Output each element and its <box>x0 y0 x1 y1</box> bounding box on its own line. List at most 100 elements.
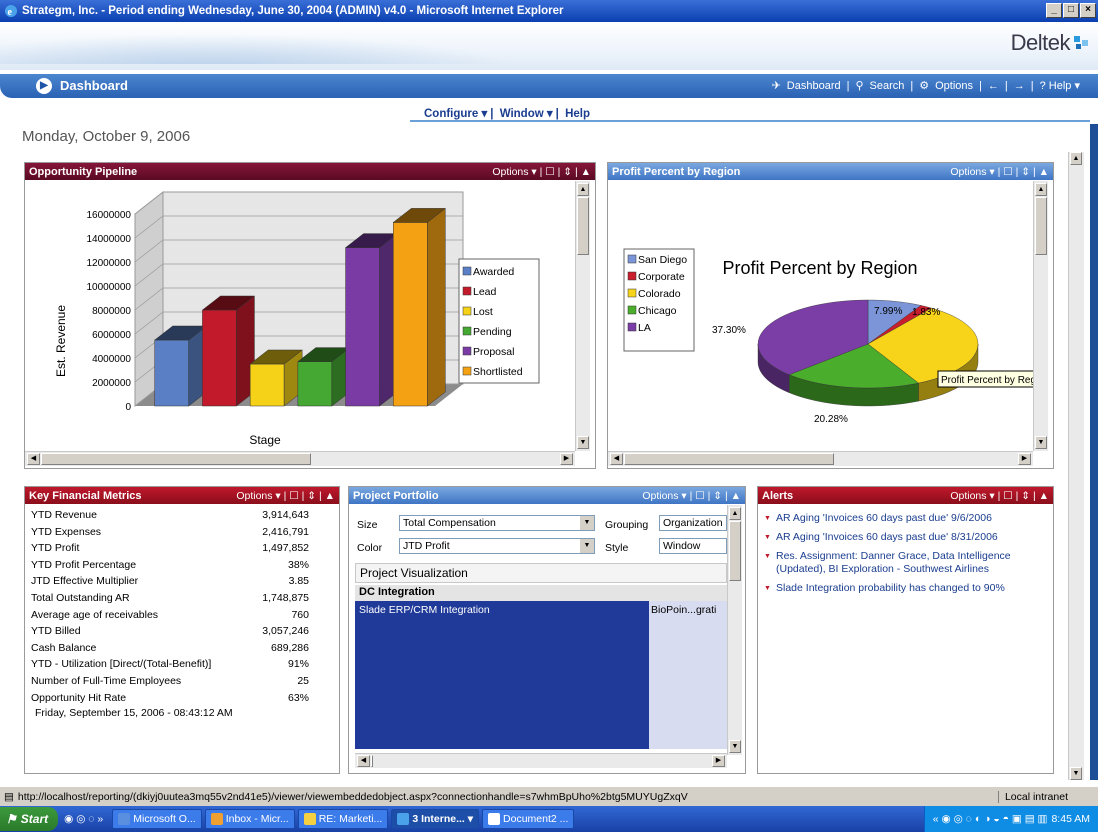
vertical-scrollbar[interactable]: ▲ ▼ <box>575 181 590 451</box>
window-menu[interactable]: Window ▾ <box>500 108 553 120</box>
project-portfolio-panel: Project Portfolio Options ▾ | ☐ | ⇕ | ▲ … <box>348 486 746 774</box>
panel-options-menu[interactable]: Options ▾ | ☐ | ⇕ | ▲ <box>950 490 1049 502</box>
alert-item[interactable]: Res. Assignment: Danner Grace, Data Inte… <box>758 550 1053 576</box>
close-button[interactable]: × <box>1080 3 1096 18</box>
metric-value: 3,914,643 <box>262 509 309 521</box>
style-select[interactable]: Window <box>659 538 727 554</box>
y-tick-label: 4000000 <box>92 354 131 365</box>
panel-title: Opportunity Pipeline <box>29 165 138 178</box>
nav-dashboard-link[interactable]: Dashboard <box>787 80 841 92</box>
color-select[interactable]: JTD Profit ▼ <box>399 538 595 554</box>
y-tick-label: 0 <box>125 402 131 413</box>
nav-arrow-icon[interactable]: ▶ <box>36 78 52 94</box>
pie-chart-title: Profit Percent by Region <box>722 258 917 278</box>
horizontal-scrollbar[interactable]: ◀ ▶ <box>355 753 727 768</box>
panel-header: Alerts Options ▾ | ☐ | ⇕ | ▲ <box>758 487 1053 504</box>
bar-lost <box>249 349 303 407</box>
task-button[interactable]: Microsoft O... <box>112 809 202 829</box>
metric-row: YTD Expenses 2,416,791 <box>25 524 339 541</box>
legend-label: Corporate <box>638 271 685 283</box>
page-icon: ▤ <box>4 790 14 803</box>
status-bar: ▤ http://localhost/reporting/(dkiyj0uute… <box>0 786 1098 806</box>
tray-icons[interactable]: « ◉ ◎ ◌ ◐ ◑ ◒ ◓ ▣ ▤ ▥ <box>933 813 1048 825</box>
bar-proposal <box>344 233 399 407</box>
deltek-logo: Deltek <box>1010 30 1071 55</box>
metric-value: 25 <box>297 674 309 687</box>
y-tick-label: 10000000 <box>87 282 132 293</box>
y-tick-label: 14000000 <box>87 234 132 245</box>
nav-options-link[interactable]: Options <box>935 80 973 92</box>
vertical-scrollbar[interactable]: ▲ ▼ <box>1033 181 1048 451</box>
metric-value: 1,497,852 <box>262 542 309 555</box>
ie-icon: e <box>5 5 17 18</box>
metric-value: 3,057,246 <box>262 625 309 638</box>
grouping-select[interactable]: Organization <box>659 515 727 531</box>
metric-label: Opportunity Hit Rate <box>31 691 127 704</box>
panel-options-menu[interactable]: Options ▾ | ☐ | ⇕ | ▲ <box>642 490 741 502</box>
alert-item[interactable]: AR Aging 'Invoices 60 days past due' 9/6… <box>758 512 1053 525</box>
pie-tooltip: Profit Percent by Region <box>941 375 1033 386</box>
task-button[interactable]: 3 Interne... ▾ <box>391 809 480 829</box>
horizontal-scrollbar[interactable]: ◀ ▶ <box>25 451 575 466</box>
forward-arrow-button[interactable]: → <box>1014 80 1025 92</box>
color-label: Color <box>357 542 383 554</box>
legend-swatch <box>462 266 472 276</box>
window-title: Strategm, Inc. - Period ending Wednesday… <box>22 5 564 17</box>
treemap-tile-slade[interactable]: Slade ERP/CRM Integration <box>355 601 649 749</box>
panel-header: Opportunity Pipeline Options ▾ | ☐ | ⇕ |… <box>25 163 595 180</box>
opportunity-bar-chart: Est. Revenue Stage 16000000 14000000 12000… <box>54 190 540 447</box>
panel-title: Project Portfolio <box>353 489 439 502</box>
task-button[interactable]: Inbox - Micr... <box>204 809 295 829</box>
y-tick-label: 12000000 <box>87 258 132 269</box>
x-axis-label: Stage <box>249 433 281 447</box>
alert-item[interactable]: AR Aging 'Invoices 60 days past due' 8/3… <box>758 531 1053 544</box>
bar-pending <box>297 347 351 407</box>
horizontal-scrollbar[interactable]: ◀ ▶ <box>608 451 1033 466</box>
configure-menu[interactable]: Configure ▾ <box>424 108 487 120</box>
legend-label: Proposal <box>473 346 514 358</box>
task-button[interactable]: RE: Marketi... <box>297 809 389 829</box>
metric-value: 760 <box>291 608 309 621</box>
panel-options-menu[interactable]: Options ▾ | ☐ | ⇕ | ▲ <box>236 490 335 502</box>
gear-icon: ⚙ <box>919 80 930 92</box>
panel-header: Profit Percent by Region Options ▾ | ☐ |… <box>608 163 1053 180</box>
page-vertical-scrollbar[interactable]: ▲ ▼ <box>1068 152 1084 780</box>
metric-label: YTD Profit <box>31 542 80 555</box>
panel-options-menu[interactable]: Options ▾ | ☐ | ⇕ | ▲ <box>492 166 591 178</box>
pie-label-san-diego: 7.99% <box>874 306 902 317</box>
panel-title: Alerts <box>762 489 794 502</box>
metric-row: Average age of receivables 760 <box>25 607 339 624</box>
metric-row: YTD Profit Percentage 38% <box>25 557 339 574</box>
size-select[interactable]: Total Compensation ▼ <box>399 515 595 531</box>
metric-label: Total Outstanding AR <box>31 591 130 604</box>
pie-label-la: 37.30% <box>712 325 746 336</box>
task-button[interactable]: Document2 ... <box>482 809 575 829</box>
legend-swatch <box>627 271 637 281</box>
quicklaunch-icons[interactable]: ◉ ◎ ◌ » <box>64 813 103 825</box>
legend-label: San Diego <box>638 254 687 266</box>
alert-item[interactable]: Slade Integration probability has change… <box>758 582 1053 595</box>
metric-row: YTD - Utilization [Direct/(Total-Benefit… <box>25 656 339 673</box>
metric-label: YTD Profit Percentage <box>31 558 137 571</box>
back-arrow-button[interactable]: ← <box>988 80 999 92</box>
legend-label: Lead <box>473 286 497 298</box>
legend-label: Lost <box>473 306 493 318</box>
nav-help-link[interactable]: ? Help ▾ <box>1040 79 1080 92</box>
windows-flag-icon: ⚑ <box>6 812 17 826</box>
help-menu[interactable]: Help <box>565 108 590 120</box>
maximize-button[interactable]: □ <box>1063 3 1079 18</box>
treemap-tile-biopoint[interactable]: BioPoin...grati <box>649 601 727 749</box>
sub-nav: Configure ▾ | Window ▾ | Help <box>0 104 1098 122</box>
start-button[interactable]: ⚑ Start <box>0 807 59 831</box>
metric-value: 63% <box>287 691 309 704</box>
legend-label: Pending <box>473 326 512 338</box>
vertical-scrollbar[interactable]: ▲ ▼ <box>727 505 742 755</box>
legend-label: Colorado <box>638 288 681 300</box>
page-date: Monday, October 9, 2006 <box>22 128 191 145</box>
panel-header: Project Portfolio Options ▾ | ☐ | ⇕ | ▲ <box>349 487 745 504</box>
nav-search-link[interactable]: Search <box>870 80 905 92</box>
metric-label: JTD Effective Multiplier <box>31 575 139 588</box>
minimize-button[interactable]: _ <box>1046 3 1062 18</box>
panel-options-menu[interactable]: Options ▾ | ☐ | ⇕ | ▲ <box>950 166 1049 178</box>
metric-label: Number of Full-Time Employees <box>31 674 182 687</box>
